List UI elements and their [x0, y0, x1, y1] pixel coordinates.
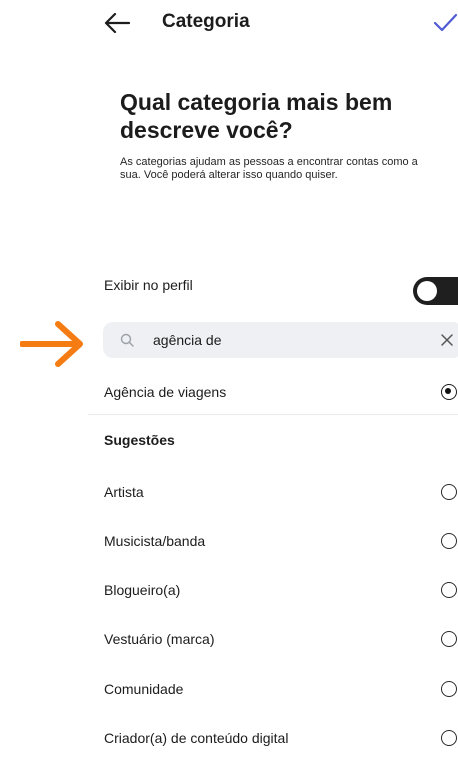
list-item[interactable]: Artista — [88, 472, 458, 512]
search-input-value[interactable]: agência de — [153, 331, 222, 349]
annotation-arrow-icon — [19, 316, 88, 372]
suggestion-label: Artista — [104, 484, 144, 500]
toggle-knob — [417, 281, 437, 301]
radio-unselected[interactable] — [441, 730, 457, 746]
page-description: As categorias ajudam as pessoas a encont… — [120, 156, 418, 181]
radio-unselected[interactable] — [441, 681, 457, 697]
suggestion-label: Blogueiro(a) — [104, 582, 181, 598]
show-on-profile-toggle[interactable] — [413, 277, 458, 305]
suggestions-title: Sugestões — [104, 432, 175, 448]
list-item[interactable]: Musicista/banda — [88, 521, 458, 561]
radio-unselected[interactable] — [441, 582, 457, 598]
suggestion-label: Comunidade — [104, 681, 184, 697]
show-on-profile-label: Exibir no perfil — [104, 277, 193, 293]
search-icon — [120, 333, 134, 347]
suggestion-label: Criador(a) de conteúdo digital — [104, 730, 289, 746]
search-result-label: Agência de viagens — [104, 384, 227, 400]
radio-unselected[interactable] — [441, 631, 457, 647]
checkmark-icon[interactable] — [432, 10, 458, 36]
list-item[interactable]: Comunidade — [88, 669, 458, 709]
search-input[interactable]: agência de — [103, 322, 458, 358]
clear-icon[interactable] — [440, 333, 454, 347]
radio-unselected[interactable] — [441, 484, 457, 500]
search-result-item[interactable]: Agência de viagens — [88, 368, 458, 415]
list-item[interactable]: Vestuário (marca) — [88, 619, 458, 659]
radio-selected[interactable] — [441, 384, 457, 400]
list-item[interactable]: Blogueiro(a) — [88, 570, 458, 610]
suggestion-label: Vestuário (marca) — [104, 631, 215, 647]
radio-unselected[interactable] — [441, 533, 457, 549]
back-arrow-icon[interactable] — [102, 10, 132, 36]
header-title: Categoria — [162, 11, 250, 32]
list-item[interactable]: Criador(a) de conteúdo digital — [88, 718, 458, 758]
suggestion-label: Musicista/banda — [104, 533, 206, 549]
page-title: Qual categoria mais bem descreve você? — [120, 89, 393, 143]
